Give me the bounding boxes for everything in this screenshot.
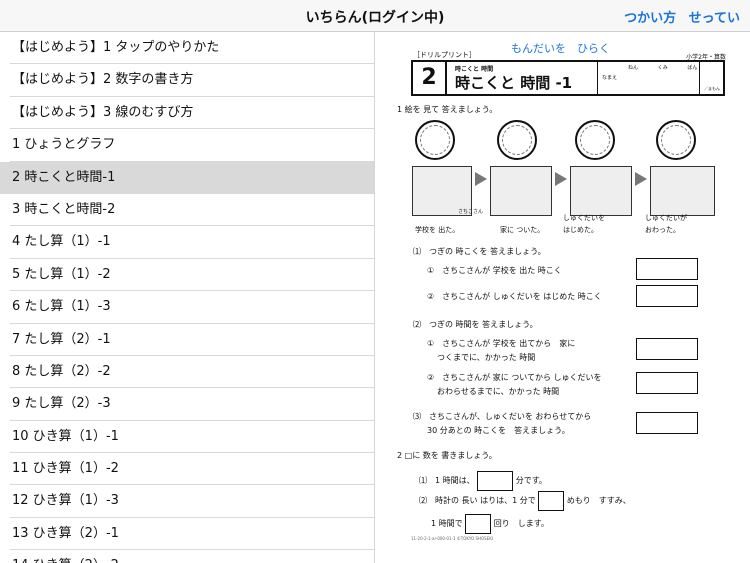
question-1-2: ⑵ つぎの 時間を 答えましょう。 [413,320,538,329]
settings-button[interactable]: せってい [689,11,740,26]
caption-1: 学校を 出た。 [415,226,460,234]
question-2-2-text: ⑵ 時計の 長い はりは、1 分で [419,496,536,505]
list-item[interactable]: 7 たし算（2）-1 [10,324,374,356]
name-label: なまえ [602,75,618,81]
answer-box[interactable] [465,513,492,534]
list-item[interactable]: 11 ひき算（1）-2 [10,453,374,486]
answer-box[interactable] [538,490,565,511]
answer-box[interactable] [636,412,698,434]
navigation-bar: いちらん(ログイン中) つかい方 せってい [0,0,750,32]
score-box: ／まもん [699,62,723,94]
answer-box[interactable] [477,470,514,491]
caption-3: しゅくだいを はじめた。 [563,214,605,234]
question-1-heading: 1 絵を 見て 答えましょう。 [397,105,498,114]
homework-start-illustration [570,166,632,216]
question-1-1: ⑴ つぎの 時こくを 答えましょう。 [413,247,546,256]
question-2-3-unit: 回り します。 [493,519,549,528]
answer-box[interactable] [636,285,698,307]
list-item[interactable]: 1 ひょうとグラフ [10,129,374,162]
worksheet-preview: もんだいを ひらく ［ドリルプリント］ 小学2年・算数 2 時こくと 時間 時こ… [375,32,750,563]
worksheet-title: 時こくと 時間 -1 [455,74,573,92]
worksheet-header: 2 時こくと 時間 時こくと 時間 -1 ねん くみ ばん なまえ ／まもん [411,60,725,96]
question-2-2: ⑵ 時計の 長い はりは、1 分で めもり すすみ、 [419,490,631,512]
question-1-1a: ① さちこさんが 学校を 出た 時こく [427,266,562,275]
question-2-heading: 2 □に 数を 書きましょう。 [397,451,497,460]
question-1-1b: ② さちこさんが しゅくだいを はじめた 時こく [427,292,602,301]
list-item[interactable]: 9 たし算（2）-3 [10,388,374,421]
list-item[interactable]: 3 時こくと時間-2 [10,194,374,227]
answer-box[interactable] [636,338,698,360]
copyright-text: 11-20-2-1-ar-000-01-1 ©TOKYO SHOSEKI [411,536,494,541]
caption-2: 家に ついた。 [500,226,545,234]
house-illustration [490,166,552,216]
clock-icon [415,120,455,160]
list-item[interactable]: 6 たし算（1）-3 [10,291,374,324]
kid-label: さちこさん [458,209,484,215]
list-item[interactable]: 【はじめよう】2 数字の書き方 [10,64,374,97]
open-problem-button[interactable]: もんだいを ひらく [511,40,610,56]
list-item[interactable]: 4 たし算（1）-1 [10,226,374,259]
clock-icon [575,120,615,160]
arrow-icon [635,172,647,186]
answer-box[interactable] [636,258,698,280]
caption-4: しゅくだいが おわった。 [645,214,687,234]
list-item[interactable]: 8 たし算（2）-2 [10,356,374,389]
list-item[interactable]: 5 たし算（1）-2 [10,259,374,292]
clock-icon [656,120,696,160]
list-item[interactable]: 14 ひき算（2）-2 [10,550,374,563]
list-item[interactable]: 13 ひき算（2）-1 [10,518,374,551]
question-1-2b-line2: おわらせるまでに、かかった 時間 [437,387,560,396]
question-1-2a-line2: つくまでに、かかった 時間 [437,353,536,362]
question-2-3: 1 時間で 回り します。 [431,513,549,535]
homework-end-illustration [650,166,715,216]
clock-icon [497,120,537,160]
answer-box[interactable] [636,372,698,394]
drill-list[interactable]: 【はじめよう】1 タップのやりかた 【はじめよう】2 数字の書き方 【はじめよう… [0,32,375,563]
question-1-2a-line1: ① さちこさんが 学校を 出てから 家に [427,339,576,348]
question-1-3-line2: 30 分あとの 時こくを 答えましょう。 [427,426,570,435]
question-2-2-unit: めもり すすみ、 [566,496,631,505]
score-label: ／まもん [704,86,720,91]
list-item[interactable]: 【はじめよう】1 タップのやりかた [10,32,374,65]
arrow-icon [555,172,567,186]
name-box: ねん くみ ばん なまえ [597,62,701,94]
list-item[interactable]: 10 ひき算（1）-1 [10,421,374,454]
question-1-2b-line1: ② さちこさんが 家に ついてから しゅくだいを [427,373,602,382]
drill-print-label: ［ドリルプリント］ [413,51,476,59]
question-2-3-text: 1 時間で [431,519,463,528]
help-button[interactable]: つかい方 [624,11,676,26]
arrow-icon [475,172,487,186]
list-item[interactable]: 【はじめよう】3 線のむすび方 [10,97,374,130]
worksheet-number: 2 [413,62,447,94]
question-1-3-line1: ⑶ さちこさんが、しゅくだいを おわらせてから [413,412,592,421]
list-item[interactable]: 12 ひき算（1）-3 [10,485,374,518]
question-2-1: ⑴ 1 時間は、 分です。 [419,470,547,492]
question-2-1-text: ⑴ 1 時間は、 [419,476,475,485]
nav-actions: つかい方 せってい [616,7,740,26]
list-item-selected[interactable]: 2 時こくと時間-1 [0,161,374,194]
class-ruby: ねん くみ ばん [628,65,698,71]
question-2-1-unit: 分です。 [515,476,547,485]
